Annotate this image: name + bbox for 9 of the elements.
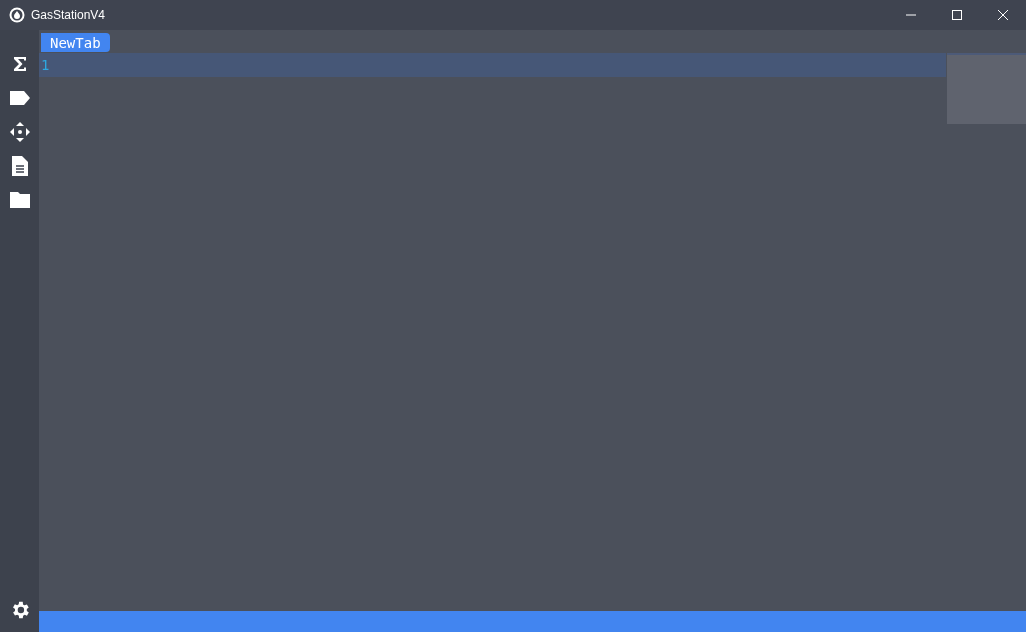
tag-icon[interactable]: [8, 88, 31, 108]
maximize-icon[interactable]: [951, 9, 963, 21]
close-icon[interactable]: [997, 9, 1009, 21]
editor-tab[interactable]: NewTab: [41, 33, 110, 52]
move-arrows-icon[interactable]: [8, 122, 31, 142]
window-title: GasStationV4: [31, 8, 106, 22]
app-logo-icon: [9, 7, 25, 23]
folder-icon[interactable]: [8, 190, 31, 210]
line-number: 1: [40, 57, 50, 73]
